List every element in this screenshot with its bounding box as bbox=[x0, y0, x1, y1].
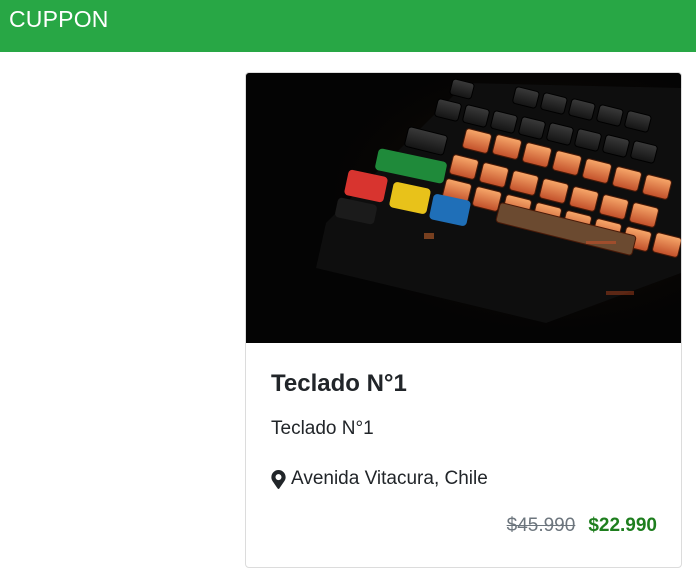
location-text: Avenida Vitacura, Chile bbox=[291, 468, 488, 489]
discount-price: $22.990 bbox=[588, 515, 657, 536]
location-row: Avenida Vitacura, Chile bbox=[271, 467, 488, 491]
product-card[interactable]: Teclado N°1 Teclado N°1 Avenida Vitacura… bbox=[245, 72, 682, 568]
price-block: $45.990 $22.990 bbox=[507, 515, 657, 537]
map-marker-icon bbox=[271, 469, 286, 489]
brand-logo[interactable]: CUPPON bbox=[9, 5, 109, 33]
top-navbar: CUPPON bbox=[0, 0, 696, 52]
product-image[interactable] bbox=[246, 73, 681, 343]
original-price: $45.990 bbox=[506, 515, 576, 536]
product-title: Teclado N°1 bbox=[271, 370, 407, 397]
product-description: Teclado N°1 bbox=[271, 418, 374, 439]
